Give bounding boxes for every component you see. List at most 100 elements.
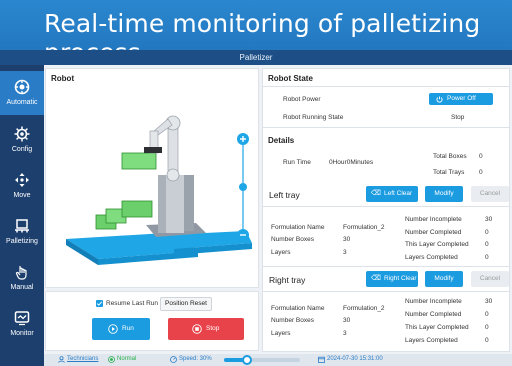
position-reset-button[interactable]: Position Reset (160, 297, 212, 311)
right-boxes-label: Number Boxes (271, 317, 314, 324)
left-modify-button[interactable]: Modify (425, 186, 463, 202)
play-icon (108, 324, 118, 334)
robot-lower-arm (167, 122, 179, 176)
power-icon (436, 96, 443, 103)
main-content: Robot Resume Last Run Position Reset Run… (44, 65, 512, 354)
right-layers-completed-value: 0 (485, 337, 489, 344)
sidebar-item-label: Palletizing (6, 238, 38, 245)
window-title: Palletizer (0, 50, 512, 65)
stacked-box (121, 200, 153, 218)
sidebar: Automatic Config Move Palletizing Manual (0, 65, 44, 366)
right-formulation-value: Formulation_2 (343, 305, 385, 312)
right-layers-label: Layers (271, 330, 291, 337)
total-trays-value: 0 (479, 169, 483, 176)
left-clear-button[interactable]: ⌫ Left Clear (366, 186, 418, 202)
stop-icon (192, 324, 202, 334)
left-incomplete-label: Number Incomplete (405, 216, 462, 223)
left-boxes-value: 30 (343, 236, 351, 243)
sidebar-item-manual[interactable]: Manual (0, 256, 44, 300)
left-formulation-value: Formulation_2 (343, 224, 385, 231)
right-tray-title: Right tray (269, 275, 306, 285)
run-button[interactable]: Run (92, 318, 150, 340)
right-boxes-value: 30 (343, 317, 351, 324)
left-incomplete-value: 30 (485, 216, 493, 223)
left-layer-completed-label: This Layer Completed (405, 241, 469, 248)
sidebar-item-config[interactable]: Config (0, 118, 44, 162)
right-completed-value: 0 (485, 311, 489, 318)
sidebar-item-monitor[interactable]: Monitor (0, 302, 44, 346)
datetime: 2024-07-30 15:31:00 (327, 356, 383, 362)
run-time-label: Run Time (283, 159, 311, 166)
power-off-button[interactable]: Power Off (429, 93, 493, 105)
left-layers-completed-value: 0 (485, 254, 489, 261)
resume-checkbox[interactable] (96, 300, 103, 307)
stop-label: Stop (206, 325, 220, 332)
sidebar-item-automatic[interactable]: Automatic (0, 71, 44, 115)
run-control-panel: Resume Last Run Position Reset Run Stop (45, 291, 259, 351)
robot-power-label: Robot Power (283, 96, 321, 103)
left-completed-value: 0 (485, 229, 489, 236)
right-incomplete-value: 30 (485, 298, 493, 305)
right-formulation-label: Formulation Name (271, 305, 325, 312)
running-state-value: Stop (451, 114, 465, 121)
broom-icon: ⌫ (371, 190, 381, 197)
sidebar-item-move[interactable]: Move (0, 164, 44, 208)
right-clear-label: Right Clear (384, 275, 417, 282)
status-bar: Technicians Normal Speed: 30% 2024-07-30… (44, 354, 512, 366)
run-label: Run (122, 325, 134, 332)
left-layers-value: 3 (343, 249, 347, 256)
header-banner: Real-time monitoring of palletizing proc… (0, 0, 512, 67)
total-trays-label: Total Trays (433, 169, 465, 176)
robot-gripper (144, 147, 162, 153)
sidebar-item-label: Monitor (10, 330, 34, 337)
config-icon (14, 126, 30, 142)
sidebar-item-label: Config (11, 146, 33, 153)
right-layers-completed-label: Layers Completed (405, 337, 458, 344)
sidebar-item-palletizing[interactable]: Palletizing (0, 210, 44, 254)
palletizing-icon (15, 219, 29, 233)
left-boxes-label: Number Boxes (271, 236, 314, 243)
right-clear-button[interactable]: ⌫ Right Clear (366, 271, 418, 287)
right-layer-completed-label: This Layer Completed (405, 324, 469, 331)
status-column: Robot State Robot Power Power Off Robot … (262, 68, 510, 352)
left-tray-title: Left tray (269, 190, 300, 200)
move-icon (15, 173, 29, 187)
user-role[interactable]: Technicians (67, 356, 98, 362)
right-modify-button[interactable]: Modify (425, 271, 463, 287)
total-boxes-value: 0 (479, 153, 483, 160)
left-layers-completed-label: Layers Completed (405, 254, 458, 261)
zoom-handle[interactable] (239, 183, 247, 191)
speed-handle[interactable] (241, 355, 252, 365)
left-cancel-button[interactable]: Cancel (471, 186, 509, 202)
manual-icon (15, 266, 27, 280)
running-state-label: Robot Running State (283, 114, 344, 121)
speed-slider[interactable] (224, 355, 300, 365)
robot-base-joint (166, 168, 180, 182)
power-off-label: Power Off (447, 95, 476, 102)
calendar-icon (318, 356, 325, 363)
speed-icon (170, 356, 177, 363)
robot-viewport-panel: Robot (45, 68, 259, 288)
right-cancel-button[interactable]: Cancel (471, 271, 509, 287)
gripped-box (121, 152, 157, 170)
status-ok-icon (108, 356, 115, 363)
run-time-value: 0Hour0Minutes (329, 159, 374, 166)
right-incomplete-label: Number Incomplete (405, 298, 462, 305)
left-completed-label: Number Completed (405, 229, 462, 236)
sidebar-item-label: Automatic (6, 99, 38, 106)
right-layers-value: 3 (343, 330, 347, 337)
total-boxes-label: Total Boxes (433, 153, 467, 160)
monitor-icon (14, 311, 30, 326)
left-formulation-label: Formulation Name (271, 224, 325, 231)
mode-status: Normal (117, 356, 137, 362)
automatic-icon (14, 79, 30, 95)
stop-button[interactable]: Stop (168, 318, 244, 340)
details-title: Details (268, 136, 295, 145)
right-completed-label: Number Completed (405, 311, 462, 318)
robot-3d-view[interactable] (46, 83, 260, 287)
broom-icon: ⌫ (371, 275, 381, 282)
check-icon (96, 301, 103, 306)
sidebar-item-label: Manual (10, 284, 34, 291)
resume-label: Resume Last Run (106, 300, 159, 307)
left-clear-label: Left Clear (384, 190, 413, 197)
